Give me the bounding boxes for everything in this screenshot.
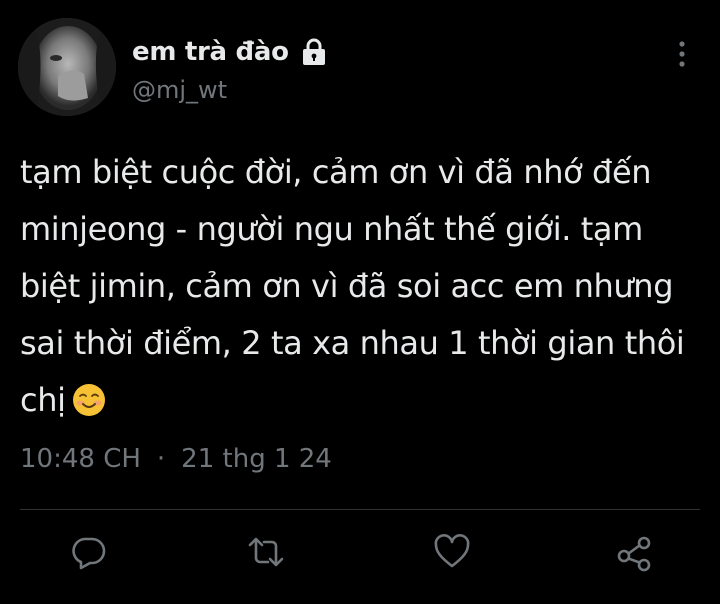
avatar[interactable] (18, 18, 116, 116)
divider (20, 509, 700, 510)
lock-icon (301, 38, 327, 66)
tweet-header: em trà đào @mj_wt (132, 34, 327, 104)
tweet-body: tạm biệt cuộc đời, cảm ơn vì đã nhớ đến … (20, 153, 685, 419)
share-icon (617, 536, 651, 572)
tweet-meta: 10:48 CH · 21 thg 1 24 (20, 444, 332, 474)
more-options-icon[interactable] (672, 38, 692, 70)
retweet-button[interactable] (244, 530, 288, 574)
retweet-icon (248, 537, 284, 567)
display-name[interactable]: em trà đào (132, 37, 289, 67)
meta-separator: · (156, 444, 166, 474)
action-bar (0, 530, 720, 580)
tweet-date[interactable]: 21 thg 1 24 (181, 444, 332, 474)
smiling-face-emoji (72, 378, 106, 416)
avatar-photo (18, 18, 116, 116)
tweet-text: tạm biệt cuộc đời, cảm ơn vì đã nhớ đến … (20, 144, 700, 429)
share-button[interactable] (612, 530, 656, 574)
like-button[interactable] (430, 530, 474, 574)
heart-icon (434, 534, 470, 568)
reply-button[interactable] (66, 530, 110, 574)
tweet-time[interactable]: 10:48 CH (20, 444, 141, 474)
reply-icon (72, 537, 106, 570)
user-handle[interactable]: @mj_wt (132, 76, 327, 104)
